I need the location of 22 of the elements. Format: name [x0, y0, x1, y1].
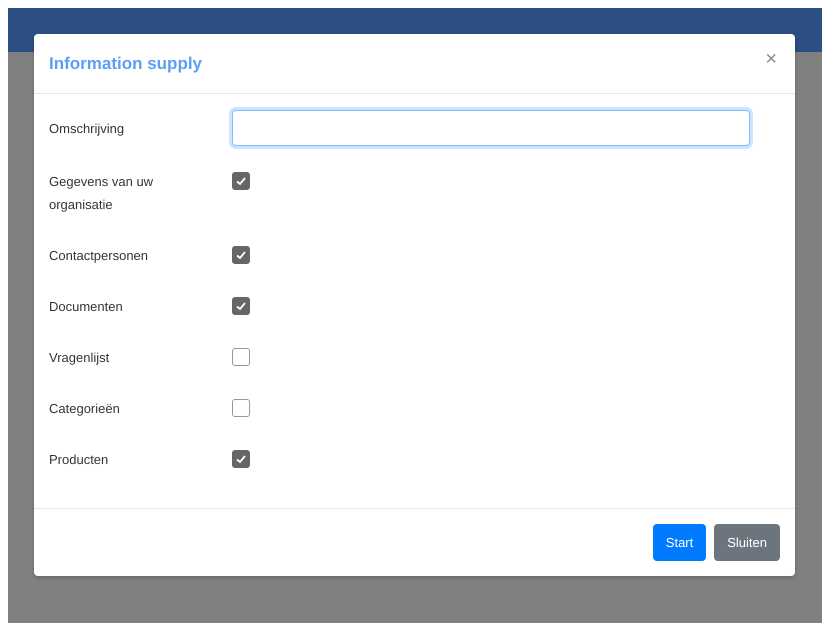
check-icon: [235, 300, 247, 312]
field-label: Producten: [49, 451, 110, 469]
field-label: Categorieën: [49, 400, 121, 418]
field-label: Vragenlijst: [49, 349, 110, 367]
start-button[interactable]: Start: [652, 524, 706, 561]
input-field[interactable]: [232, 110, 750, 146]
checkbox[interactable]: [232, 348, 250, 366]
field-label: Omschrijving: [49, 120, 126, 138]
checkbox[interactable]: [232, 399, 250, 417]
checkbox[interactable]: [232, 450, 250, 468]
close-button[interactable]: ×: [762, 48, 780, 71]
field-label: Documenten: [49, 298, 124, 316]
check-icon: [235, 175, 247, 187]
check-icon: [235, 249, 247, 261]
checkbox[interactable]: [232, 246, 250, 264]
dialog-title: Information supply: [49, 54, 202, 74]
field-label: Contactpersonen: [49, 247, 150, 265]
check-icon: [235, 453, 247, 465]
close-dialog-button[interactable]: Sluiten: [714, 524, 780, 561]
field-label: Gegevens van uw organisatie: [49, 173, 154, 214]
checkbox[interactable]: [232, 172, 250, 190]
checkbox[interactable]: [232, 297, 250, 315]
